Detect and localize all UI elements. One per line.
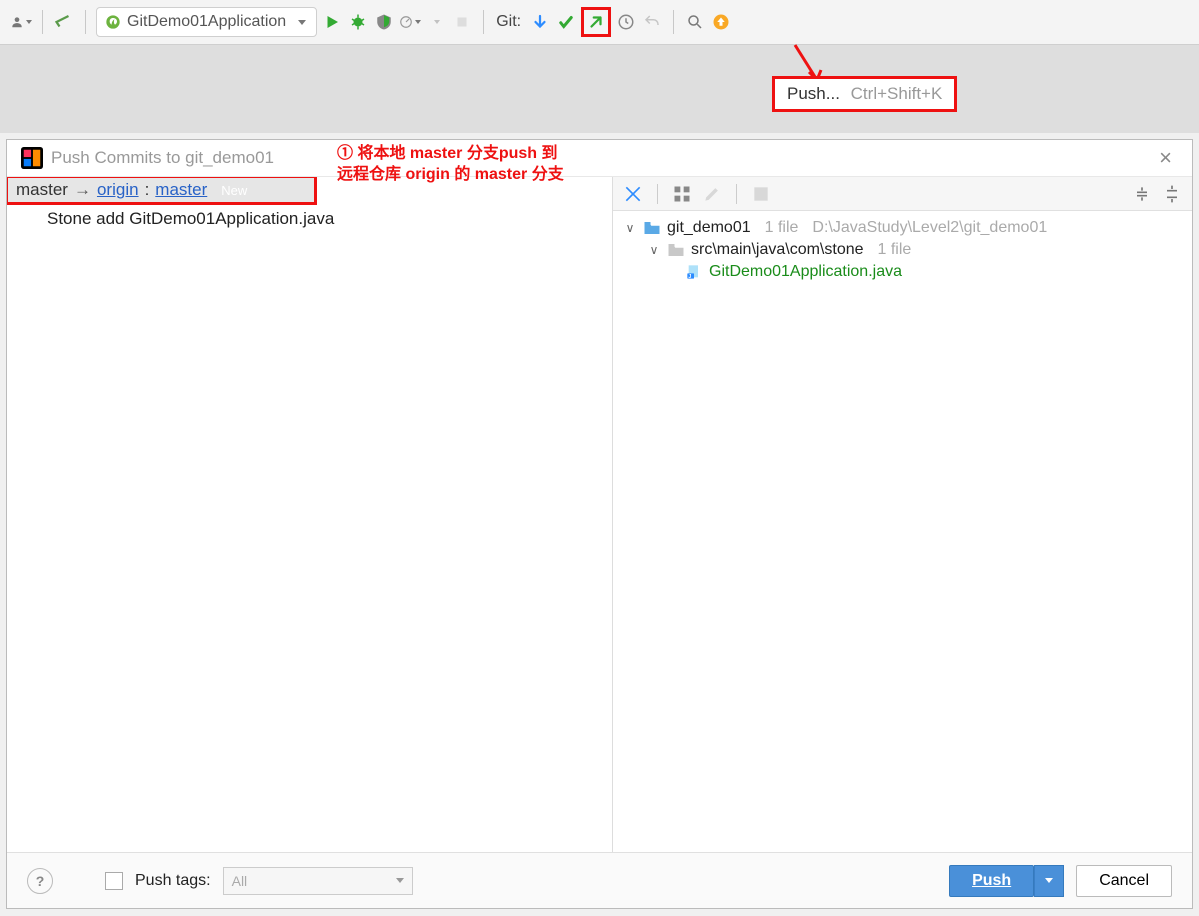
run-config-label: GitDemo01Application [127,13,286,31]
branch-mapping-row[interactable]: master → origin : master New [7,176,317,205]
edit-icon[interactable] [702,184,722,204]
dialog-footer: ? Push tags: All Push Cancel [7,852,1192,908]
remote-link[interactable]: origin [97,180,139,200]
chevron-down-icon[interactable]: ∨ [647,243,661,257]
push-button[interactable]: Push [949,865,1034,897]
push-tags-checkbox[interactable] [105,872,123,890]
expand-icon[interactable] [1132,184,1152,204]
colon: : [145,180,150,200]
push-dialog: Push Commits to git_demo01 × ① 将本地 maste… [6,139,1193,909]
push-tags-dropdown[interactable]: All [223,867,413,895]
chevron-down-icon[interactable]: ∨ [623,221,637,235]
tooltip-shortcut: Ctrl+Shift+K [851,84,943,103]
file-tree: ∨ git_demo01 1 file D:\JavaStudy\Level2\… [613,211,1192,289]
intellij-icon [21,147,43,169]
coverage-icon[interactable] [373,11,395,33]
push-dropdown-button[interactable] [1034,865,1064,897]
tree-file[interactable]: J GitDemo01Application.java [623,261,1182,283]
new-badge: New [217,182,251,199]
commit-icon[interactable] [555,11,577,33]
tooltip-label: Push... [787,84,840,103]
background-gap [0,45,1199,133]
help-icon[interactable]: ? [27,868,53,894]
remote-branch-link[interactable]: master [155,180,207,200]
history-icon[interactable] [615,11,637,33]
sync-icon[interactable] [53,11,75,33]
project-folder-icon [643,220,661,236]
push-tooltip: Push... Ctrl+Shift+K [772,76,957,112]
local-branch: master [16,180,68,200]
tree-folder[interactable]: ∨ src\main\java\com\stone 1 file [623,239,1182,261]
tree-file-label: GitDemo01Application.java [709,263,902,281]
tree-root[interactable]: ∨ git_demo01 1 file D:\JavaStudy\Level2\… [623,217,1182,239]
dialog-header: Push Commits to git_demo01 × [7,140,1192,176]
search-icon[interactable] [684,11,706,33]
tree-root-path: D:\JavaStudy\Level2\git_demo01 [812,219,1047,237]
dialog-title: Push Commits to git_demo01 [51,148,274,168]
push-button-group: Push [949,865,1064,897]
svg-text:J: J [688,274,691,280]
tree-folder-label: src\main\java\com\stone [691,241,864,259]
preview-icon[interactable] [751,184,771,204]
collapse-icon[interactable] [1162,184,1182,204]
ide-update-icon[interactable] [710,11,732,33]
git-label: Git: [496,13,521,31]
commit-message[interactable]: Stone add GitDemo01Application.java [7,205,612,233]
arrow-icon: → [74,180,91,200]
group-by-icon[interactable] [623,184,643,204]
undo-icon[interactable] [641,11,663,33]
commits-pane: master → origin : master New Stone add G… [7,177,612,852]
more-run-icon[interactable] [425,11,447,33]
profile-icon[interactable] [399,11,421,33]
tree-root-label: git_demo01 [667,219,751,237]
files-pane: ∨ git_demo01 1 file D:\JavaStudy\Level2\… [612,177,1192,852]
layout-icon[interactable] [672,184,692,204]
java-file-icon: J [685,264,703,280]
close-icon[interactable]: × [1153,145,1178,171]
debug-icon[interactable] [347,11,369,33]
push-tags-label: Push tags: [135,872,211,890]
run-config-dropdown[interactable]: GitDemo01Application [96,7,317,37]
folder-icon [667,242,685,258]
files-toolbar [613,177,1192,211]
cancel-button[interactable]: Cancel [1076,865,1172,897]
push-icon-highlighted[interactable] [581,7,611,37]
user-icon[interactable] [10,11,32,33]
stop-icon[interactable] [451,11,473,33]
tree-folder-count: 1 file [878,241,912,259]
tree-root-count: 1 file [765,219,799,237]
push-tags-option: All [232,873,248,889]
pull-icon[interactable] [529,11,551,33]
run-icon[interactable] [321,11,343,33]
main-toolbar: GitDemo01Application Git: [0,0,1199,45]
